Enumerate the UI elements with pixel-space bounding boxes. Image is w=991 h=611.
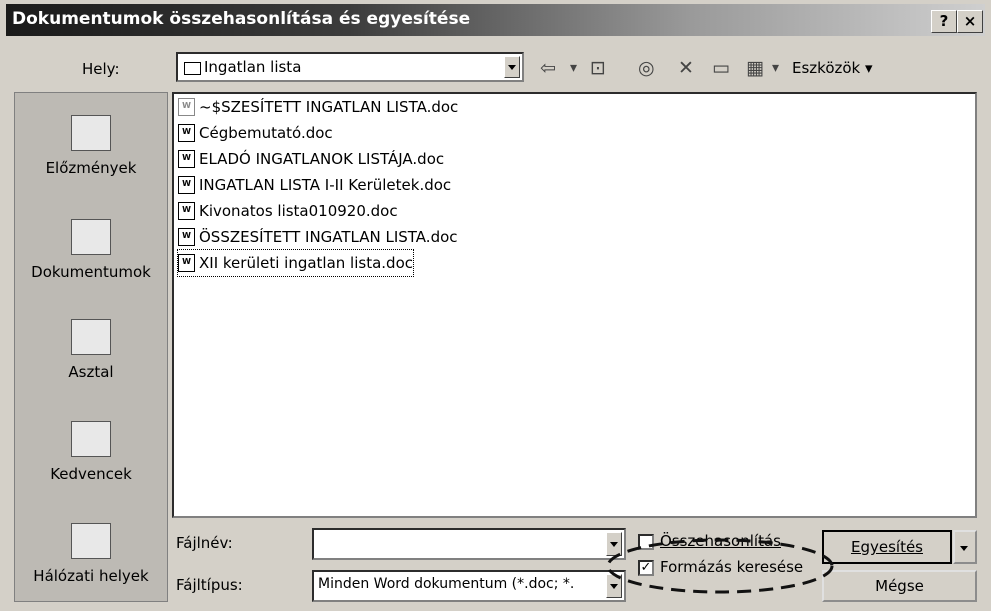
place-favorites[interactable]: Kedvencek bbox=[15, 421, 167, 483]
desktop-icon bbox=[71, 319, 111, 355]
place-history[interactable]: Előzmények bbox=[15, 115, 167, 177]
word-document-icon: W bbox=[178, 124, 195, 142]
up-folder-icon[interactable]: ⊡ bbox=[590, 57, 606, 79]
file-item[interactable]: W Kivonatos lista010920.doc bbox=[178, 198, 398, 224]
file-name: Cégbemutató.doc bbox=[199, 124, 333, 142]
close-button[interactable]: × bbox=[957, 10, 983, 33]
cancel-button[interactable]: Mégse bbox=[822, 570, 977, 602]
file-item[interactable]: W ELADÓ INGATLANOK LISTÁJA.doc bbox=[178, 146, 444, 172]
window-title: Dokumentumok összehasonlítása és egyesít… bbox=[12, 9, 471, 29]
history-icon bbox=[71, 115, 111, 151]
file-item[interactable]: W INGATLAN LISTA I-II Kerületek.doc bbox=[178, 172, 451, 198]
back-dropdown-icon[interactable]: ▾ bbox=[570, 57, 577, 79]
tools-dropdown-icon: ▾ bbox=[865, 59, 873, 77]
file-item[interactable]: W ~$SZESÍTETT INGATLAN LISTA.doc bbox=[178, 94, 458, 120]
word-document-icon: W bbox=[178, 254, 195, 272]
place-label: Előzmények bbox=[45, 159, 137, 177]
word-document-icon: W bbox=[178, 176, 195, 194]
file-list[interactable]: W ~$SZESÍTETT INGATLAN LISTA.doc W Cégbe… bbox=[172, 92, 977, 518]
place-my-documents[interactable]: Dokumentumok bbox=[15, 219, 167, 281]
my-documents-icon bbox=[71, 219, 111, 255]
file-name: INGATLAN LISTA I-II Kerületek.doc bbox=[199, 176, 452, 194]
new-folder-icon[interactable]: ▭ bbox=[712, 57, 730, 79]
network-places-icon bbox=[71, 523, 111, 559]
file-name: ÖSSZESÍTETT INGATLAN LISTA.doc bbox=[199, 228, 458, 246]
place-network[interactable]: Hálózati helyek bbox=[15, 523, 167, 585]
places-bar: Előzmények Dokumentumok Asztal Kedvencek… bbox=[14, 92, 168, 602]
tools-label: Eszközök bbox=[792, 59, 861, 77]
filetype-value: Minden Word dokumentum (*.doc; *. bbox=[318, 576, 575, 592]
views-dropdown-icon[interactable]: ▾ bbox=[772, 57, 779, 79]
favorites-icon bbox=[71, 421, 111, 457]
place-label: Asztal bbox=[68, 363, 114, 381]
place-label: Hálózati helyek bbox=[33, 567, 149, 585]
location-combo[interactable]: Ingatlan lista bbox=[176, 52, 524, 82]
compare-merge-dialog: Dokumentumok összehasonlítása és egyesít… bbox=[0, 0, 991, 611]
place-label: Kedvencek bbox=[50, 465, 132, 483]
word-document-icon: W bbox=[178, 228, 195, 246]
help-button[interactable]: ? bbox=[931, 10, 957, 33]
location-label: Hely: bbox=[82, 60, 120, 78]
file-name: Kivonatos lista010920.doc bbox=[199, 202, 398, 220]
location-dropdown-button[interactable] bbox=[504, 56, 520, 78]
word-document-icon: W bbox=[178, 98, 195, 116]
word-document-icon: W bbox=[178, 202, 195, 220]
file-item[interactable]: W Cégbemutató.doc bbox=[178, 120, 333, 146]
cancel-button-label: Mégse bbox=[875, 577, 924, 595]
location-value: Ingatlan lista bbox=[204, 58, 302, 76]
file-item-selected[interactable]: W XII kerületi ingatlan lista.doc bbox=[177, 249, 414, 277]
merge-button-label: Egyesítés bbox=[850, 538, 923, 556]
chevron-down-icon bbox=[957, 540, 973, 556]
merge-dropdown-button[interactable] bbox=[953, 530, 977, 564]
filename-label: Fájlnév: bbox=[176, 534, 233, 552]
file-name: XII kerületi ingatlan lista.doc bbox=[199, 254, 413, 272]
dashed-highlight-ellipse bbox=[606, 538, 834, 594]
file-name: ELADÓ INGATLANOK LISTÁJA.doc bbox=[199, 150, 445, 168]
views-icon[interactable]: ▦ bbox=[746, 57, 764, 79]
back-icon[interactable]: ⇦ bbox=[540, 57, 556, 79]
title-bar: Dokumentumok összehasonlítása és egyesít… bbox=[6, 4, 985, 36]
search-web-icon[interactable]: ◎ bbox=[638, 57, 655, 79]
filename-input[interactable] bbox=[312, 528, 626, 560]
filetype-label: Fájltípus: bbox=[176, 576, 243, 594]
delete-icon[interactable]: ✕ bbox=[678, 57, 694, 79]
merge-button[interactable]: Egyesítés bbox=[822, 530, 952, 564]
word-document-icon: W bbox=[178, 150, 195, 168]
filetype-select[interactable]: Minden Word dokumentum (*.doc; *. bbox=[312, 570, 626, 602]
place-desktop[interactable]: Asztal bbox=[15, 319, 167, 381]
folder-icon bbox=[184, 62, 201, 75]
file-item[interactable]: W ÖSSZESÍTETT INGATLAN LISTA.doc bbox=[178, 224, 458, 250]
tools-menu[interactable]: Eszközök ▾ bbox=[792, 57, 873, 79]
file-name: ~$SZESÍTETT INGATLAN LISTA.doc bbox=[199, 98, 459, 116]
place-label: Dokumentumok bbox=[31, 263, 151, 281]
